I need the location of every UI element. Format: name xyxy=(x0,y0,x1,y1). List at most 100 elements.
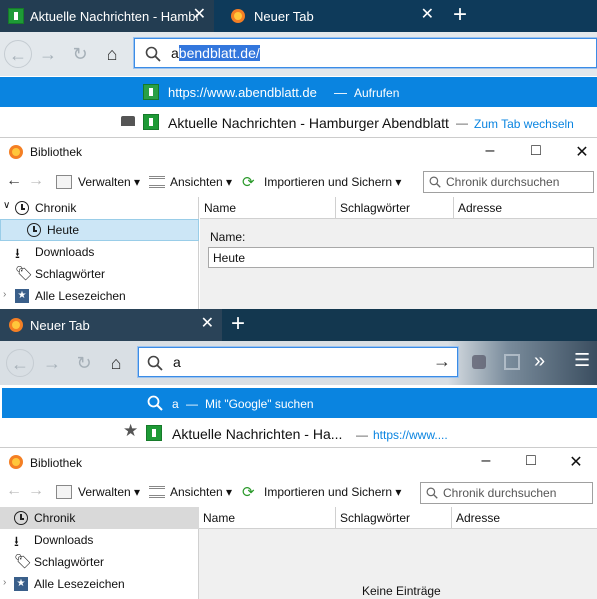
reload-icon[interactable]: ↻ xyxy=(70,349,98,377)
column-label: Name xyxy=(204,201,237,215)
forward-icon[interactable]: → xyxy=(28,172,44,190)
suggestion-visit[interactable]: https://www.abendblatt.de — Aufrufen xyxy=(0,77,597,107)
menu-icon[interactable]: ☰ xyxy=(574,350,590,371)
minimize-icon[interactable]: – xyxy=(480,142,500,160)
import-export-icon: ⟳ xyxy=(242,174,255,191)
column-label: Schlagwörter xyxy=(340,511,411,525)
column-header-tags[interactable]: Schlagwörter xyxy=(336,197,454,219)
import-export-icon: ⟳ xyxy=(242,484,255,501)
library-tree: Chronik ⭳ Downloads 🏷 Schlagwörter › ★ A… xyxy=(0,507,199,599)
tree-label: Chronik xyxy=(35,201,77,215)
close-icon[interactable]: ✕ xyxy=(572,142,592,162)
suggestion-switch-tab[interactable]: Aktuelle Nachrichten - Hamburger Abendbl… xyxy=(0,108,597,136)
url-typed: a xyxy=(171,45,179,61)
maximize-icon[interactable]: □ xyxy=(526,142,546,160)
expand-icon[interactable]: › xyxy=(3,289,6,300)
extension-icon[interactable] xyxy=(472,355,486,369)
tab-label: Neuer Tab xyxy=(254,8,314,24)
home-icon[interactable]: ⌂ xyxy=(98,40,126,68)
firefox-icon xyxy=(9,145,23,159)
import-menu[interactable]: Importieren und Sichern ▾ xyxy=(264,485,401,499)
tree-item-downloads[interactable]: ⭳ Downloads xyxy=(0,241,199,263)
column-header-name[interactable]: Name xyxy=(199,507,336,529)
home-icon[interactable]: ⌂ xyxy=(102,349,130,377)
tab-new[interactable]: Neuer Tab ✕ xyxy=(222,0,442,32)
overflow-chevron-icon[interactable]: » xyxy=(534,350,545,373)
tree-item-tags[interactable]: 🏷 Schlagwörter xyxy=(0,551,199,573)
separator: — xyxy=(334,85,347,100)
views-menu[interactable]: Ansichten ▾ xyxy=(170,175,232,189)
firefox-icon xyxy=(9,455,23,469)
history-search-input[interactable]: Chronik durchsuchen xyxy=(423,171,594,193)
organize-menu[interactable]: Verwalten ▾ xyxy=(78,175,140,189)
tree-item-history[interactable]: Chronik xyxy=(0,507,199,529)
forward-icon[interactable]: → xyxy=(38,349,66,377)
tab-strip: Aktuelle Nachrichten - Hamburg ✕ Neuer T… xyxy=(0,0,597,32)
nav-toolbar: ← → ↻ ⌂ abendblatt.de/ xyxy=(0,32,597,76)
clock-icon xyxy=(27,223,41,237)
tree-item-downloads[interactable]: ⭳ Downloads xyxy=(0,529,199,551)
forward-icon[interactable]: → xyxy=(34,40,62,68)
views-label: Ansichten xyxy=(170,485,223,499)
new-tab-button[interactable]: + xyxy=(231,311,245,337)
column-header-address[interactable]: Adresse xyxy=(452,507,597,529)
close-tab-icon[interactable]: ✕ xyxy=(421,7,434,23)
url-bar[interactable]: abendblatt.de/ xyxy=(134,38,597,68)
suggestion-url: https://www.... xyxy=(373,428,448,442)
library-toolbar: ← → Verwalten ▾ Ansichten ▾ ⟳ Importiere… xyxy=(0,477,597,507)
column-header-address[interactable]: Adresse xyxy=(454,197,597,219)
suggestion-title: Aktuelle Nachrichten - Ha... xyxy=(172,426,343,442)
back-icon[interactable]: ← xyxy=(4,40,32,68)
column-header-tags[interactable]: Schlagwörter xyxy=(336,507,452,529)
tab-abendblatt[interactable]: Aktuelle Nachrichten - Hamburg ✕ xyxy=(0,0,214,32)
tree-item-tags[interactable]: 🏷 Schlagwörter xyxy=(0,263,199,285)
clock-icon xyxy=(15,201,29,215)
abendblatt-favicon xyxy=(146,425,162,441)
maximize-icon[interactable]: □ xyxy=(521,452,541,470)
minimize-icon[interactable]: – xyxy=(476,452,496,470)
expand-icon[interactable]: › xyxy=(3,577,6,588)
new-tab-button[interactable]: + xyxy=(453,2,467,28)
clock-icon xyxy=(14,511,28,525)
tree-item-all-bookmarks[interactable]: › ★ Alle Lesezeichen xyxy=(0,573,199,595)
back-icon[interactable]: ← xyxy=(6,349,34,377)
tree-item-today[interactable]: Heute xyxy=(0,219,199,241)
firefox-icon xyxy=(9,318,23,332)
window-title: Bibliothek xyxy=(30,145,83,159)
forward-icon[interactable]: → xyxy=(28,482,44,500)
tab-strip: Neuer Tab ✕ + xyxy=(0,309,597,341)
tree-label: Alle Lesezeichen xyxy=(35,289,126,303)
close-tab-icon[interactable]: ✕ xyxy=(201,316,214,332)
url-bar[interactable]: a → xyxy=(138,347,458,377)
import-menu[interactable]: Importieren und Sichern ▾ xyxy=(264,175,401,189)
views-label: Ansichten xyxy=(170,175,223,189)
go-arrow-icon[interactable]: → xyxy=(433,351,451,372)
reload-icon[interactable]: ↻ xyxy=(66,40,94,68)
views-menu[interactable]: Ansichten ▾ xyxy=(170,485,232,499)
close-tab-icon[interactable]: ✕ xyxy=(193,7,206,23)
firefox-window-top: Aktuelle Nachrichten - Hamburg ✕ Neuer T… xyxy=(0,0,597,137)
column-label: Adresse xyxy=(456,511,501,525)
collapse-icon[interactable]: ∨ xyxy=(3,200,10,211)
organize-menu[interactable]: Verwalten ▾ xyxy=(78,485,140,499)
url-text[interactable]: abendblatt.de/ xyxy=(171,45,260,61)
separator: — xyxy=(186,397,198,411)
url-text[interactable]: a xyxy=(173,354,181,370)
suggestion-bookmark[interactable]: ★ Aktuelle Nachrichten - Ha... — https:/… xyxy=(0,419,597,447)
tree-item-all-bookmarks[interactable]: › ★ Alle Lesezeichen xyxy=(0,285,199,307)
search-query: a xyxy=(172,397,179,411)
library-icon[interactable] xyxy=(504,354,520,370)
back-icon[interactable]: ← xyxy=(6,172,22,190)
history-search-input[interactable]: Chronik durchsuchen xyxy=(420,482,593,504)
column-header-name[interactable]: Name xyxy=(200,197,336,219)
tab-new[interactable]: Neuer Tab ✕ xyxy=(0,309,222,341)
suggestion-action: Aufrufen xyxy=(354,86,400,100)
close-icon[interactable]: ✕ xyxy=(566,452,586,472)
name-field[interactable]: Heute xyxy=(208,247,594,268)
suggestion-search[interactable]: a — Mit "Google" suchen xyxy=(2,388,597,418)
tab-label: Neuer Tab xyxy=(30,317,90,333)
back-icon[interactable]: ← xyxy=(6,482,22,500)
separator: — xyxy=(356,428,368,442)
tree-item-history[interactable]: ∨ Chronik xyxy=(0,197,199,219)
tag-icon: 🏷 xyxy=(14,553,32,569)
